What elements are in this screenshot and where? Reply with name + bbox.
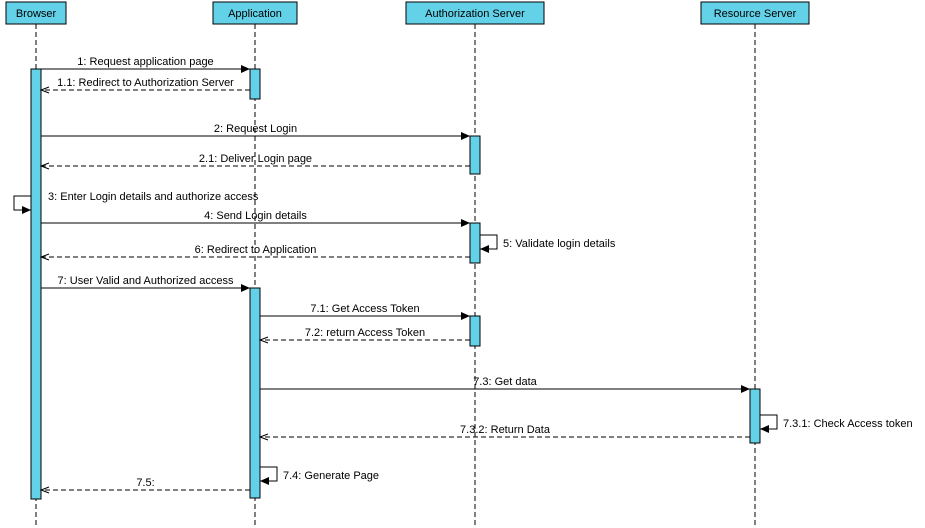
participant-label-auth: Authorization Server <box>425 8 525 20</box>
message-label-7.1: 7.1: Get Access Token <box>310 303 419 315</box>
message-label-2: 2: Request Login <box>214 123 297 135</box>
message-label-3: 3: Enter Login details and authorize acc… <box>48 191 259 203</box>
message-3 <box>14 196 31 210</box>
activation-auth <box>470 223 480 263</box>
participant-label-res: Resource Server <box>714 8 797 20</box>
activation-app <box>250 288 260 498</box>
sequence-diagram: Browser Application Authorization Server Re… <box>0 0 925 528</box>
message-label-7.3.1: 7.3.1: Check Access token <box>783 418 913 430</box>
activation-browser <box>31 69 41 499</box>
message-label-7.2: 7.2: return Access Token <box>305 327 425 339</box>
activation-auth <box>470 136 480 174</box>
message-label-6: 6: Redirect to Application <box>195 244 317 256</box>
participant-label-app: Application <box>228 8 282 20</box>
message-5 <box>480 235 497 249</box>
participant-label-browser: Browser <box>16 8 57 20</box>
activation-auth <box>470 316 480 346</box>
message-label-7: 7: User Valid and Authorized access <box>58 275 234 287</box>
message-label-7.3: 7.3: Get data <box>473 376 537 388</box>
message-label-7.3.2: 7.3.2: Return Data <box>460 424 551 436</box>
activation-app <box>250 69 260 99</box>
message-label-7.5: 7.5: <box>136 477 154 489</box>
message-7.4 <box>260 467 277 481</box>
message-label-2.1: 2.1: Deliver Login page <box>199 153 312 165</box>
message-label-7.4: 7.4: Generate Page <box>283 470 379 482</box>
message-label-1.1: 1.1: Redirect to Authorization Server <box>57 77 234 89</box>
message-7.3.1 <box>760 415 777 429</box>
message-label-4: 4: Send Login details <box>204 210 307 222</box>
message-label-5: 5: Validate login details <box>503 238 616 250</box>
message-label-1: 1: Request application page <box>77 56 213 68</box>
activation-res <box>750 389 760 443</box>
